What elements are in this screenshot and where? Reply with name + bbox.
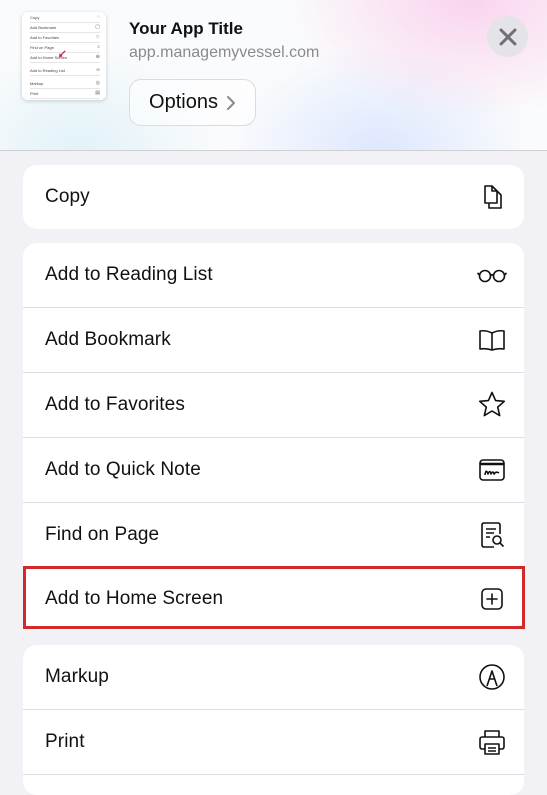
glasses-icon (477, 269, 507, 283)
find-on-page-icon (481, 522, 505, 548)
page-thumbnail: Copy ◌ Add Bookmark ▢ Add to Favorites ☆ Fi… (22, 12, 106, 100)
thumbnail-row-label: Print (30, 90, 39, 96)
action-add-to-favorites[interactable]: Add to Favorites (23, 373, 524, 437)
quick-note-icon (479, 459, 505, 481)
printer-icon (479, 730, 505, 755)
copy-icon (484, 185, 502, 209)
action-print[interactable]: Print (23, 710, 524, 774)
action-add-to-home-screen[interactable]: Add to Home Screen (23, 568, 524, 630)
thumbnail-row-label: Markup (30, 80, 44, 86)
action-label: Add to Quick Note (45, 459, 201, 480)
plus-square-icon (481, 588, 503, 610)
action-label: Print (45, 731, 85, 752)
share-sheet-header: Copy ◌ Add Bookmark ▢ Add to Favorites ☆ Fi… (0, 0, 547, 151)
action-label: Find on Page (45, 524, 160, 545)
actions-group-markup-print: Markup Print (23, 645, 524, 795)
action-add-bookmark[interactable]: Add Bookmark (23, 308, 524, 372)
thumbnail-row-label: Add to Favorites (30, 34, 60, 40)
action-copy[interactable]: Copy (23, 165, 524, 229)
actions-group-main: Add to Reading List Add Bookmark Add to … (23, 243, 524, 630)
thumbnail-row-label: Copy (30, 14, 40, 20)
thumbnail-row-label: Add to Reading List (30, 67, 65, 73)
app-title: Your App Title (129, 19, 243, 38)
star-icon (478, 391, 506, 417)
close-icon (499, 28, 516, 45)
options-button[interactable]: Options (129, 79, 256, 126)
action-label: Markup (45, 666, 109, 687)
action-label: Add to Reading List (45, 264, 213, 285)
thumbnail-row-label: Find on Page (30, 44, 54, 50)
close-button[interactable] (487, 16, 528, 57)
thumbnail-row-label: Add Bookmark (30, 24, 57, 30)
book-icon (479, 329, 505, 351)
action-label: Add to Home Screen (45, 588, 224, 609)
options-label: Options (149, 91, 218, 113)
app-url: app.managemyvessel.com (129, 44, 320, 61)
markup-pen-icon (479, 664, 505, 690)
chevron-right-icon (226, 95, 235, 110)
action-markup[interactable]: Markup (23, 645, 524, 709)
action-label: Add to Favorites (45, 394, 185, 415)
actions-group-copy: Copy (23, 165, 524, 229)
action-add-to-reading-list[interactable]: Add to Reading List (23, 243, 524, 307)
action-label: Copy (45, 186, 90, 207)
pointer-arrow-icon (58, 50, 66, 58)
action-find-on-page[interactable]: Find on Page (23, 503, 524, 567)
action-label: Add Bookmark (45, 329, 171, 350)
action-add-to-quick-note[interactable]: Add to Quick Note (23, 438, 524, 502)
